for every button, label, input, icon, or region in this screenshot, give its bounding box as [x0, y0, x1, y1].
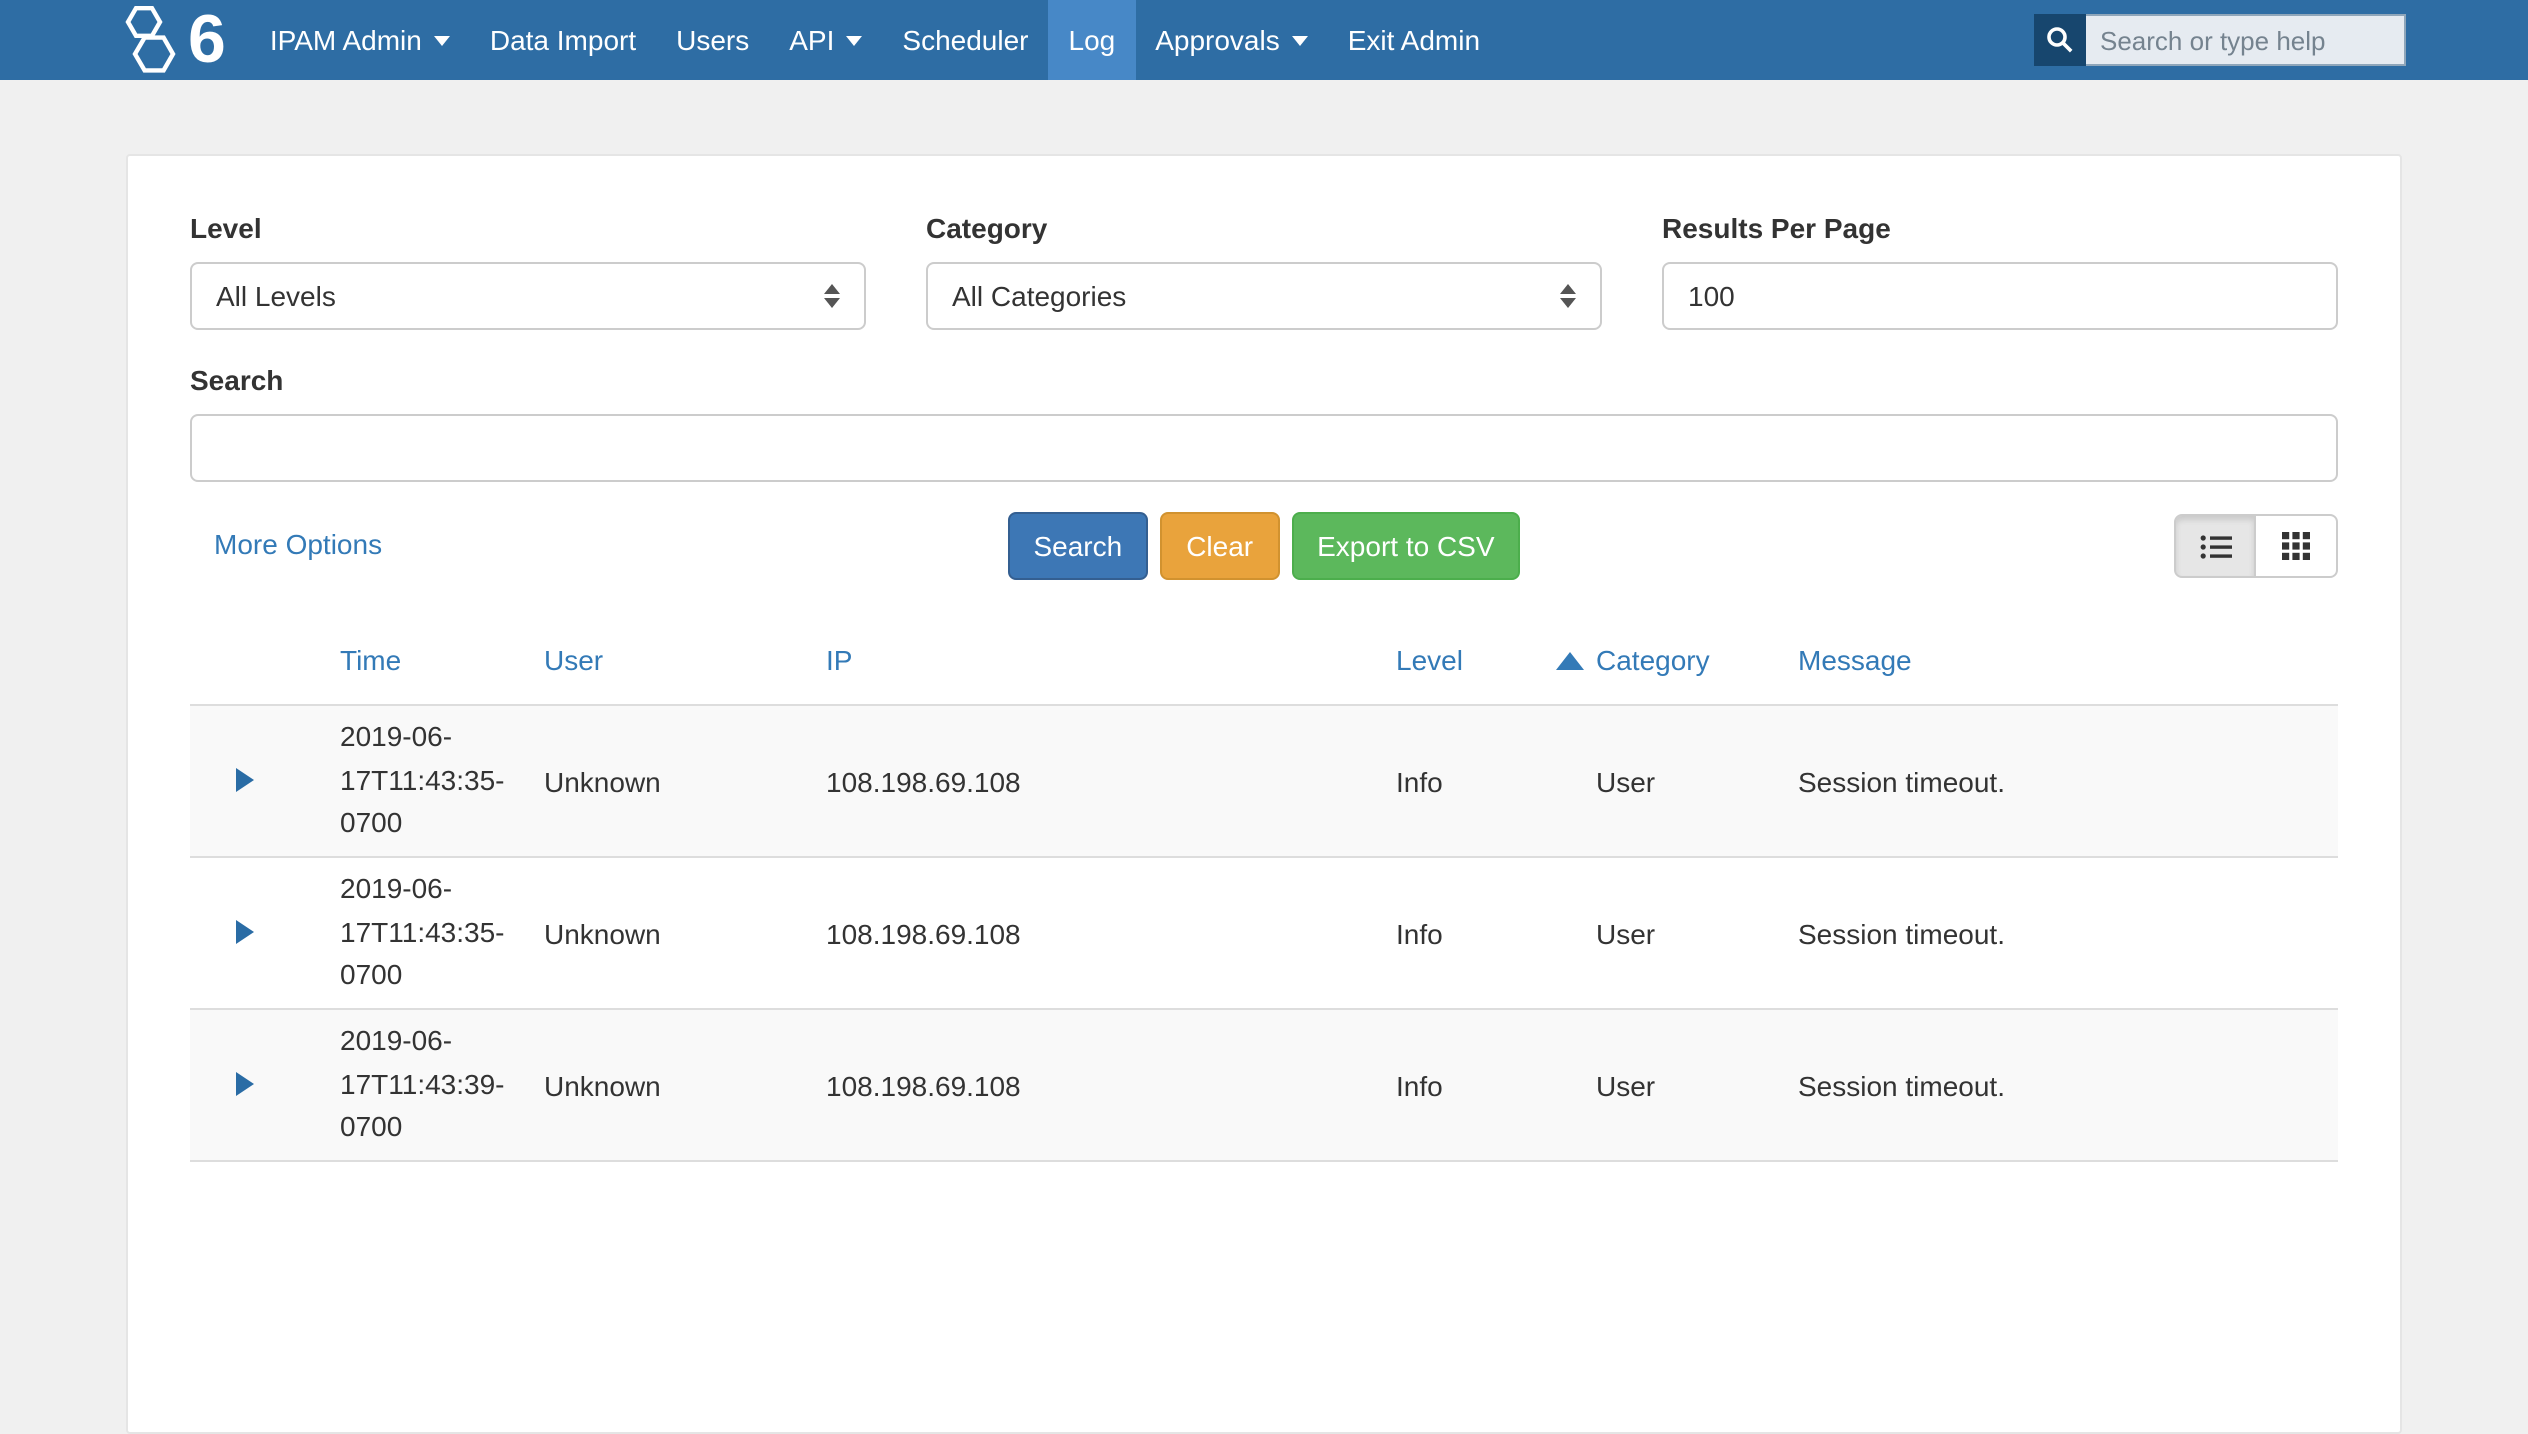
cell-time: 2019-06-17T11:43:39-0700 [340, 1020, 544, 1150]
cell-user: Unknown [544, 1069, 826, 1101]
search-label: Search [190, 364, 2338, 396]
log-panel: Level All Levels Category All Categories… [126, 154, 2402, 1434]
brand-numeral: 6 [188, 0, 226, 80]
column-header-time[interactable]: Time [340, 644, 401, 676]
nav-item-users[interactable]: Users [656, 0, 769, 80]
search-section: Search [190, 364, 2338, 482]
main-nav: IPAM Admin Data Import Users API Scheduler Lo… [250, 0, 1500, 80]
column-header-category[interactable]: Category [1596, 644, 1710, 676]
column-header-user[interactable]: User [544, 644, 603, 676]
clear-button[interactable]: Clear [1160, 512, 1279, 580]
list-view-button[interactable] [2174, 514, 2256, 578]
cell-ip: 108.198.69.108 [826, 765, 1396, 797]
nav-item-label: API [789, 0, 834, 80]
nav-item-ipam-admin[interactable]: IPAM Admin [250, 0, 470, 80]
select-arrows-icon [824, 284, 840, 308]
expand-row-icon[interactable] [236, 1071, 254, 1095]
cell-time: 2019-06-17T11:43:35-0700 [340, 716, 544, 846]
log-row: 2019-06-17T11:43:35-0700Unknown108.198.6… [190, 858, 2338, 1010]
nav-item-api[interactable]: API [769, 0, 882, 80]
cell-ip: 108.198.69.108 [826, 1069, 1396, 1101]
cell-user: Unknown [544, 765, 826, 797]
cell-user: Unknown [544, 917, 826, 949]
cell-ip: 108.198.69.108 [826, 917, 1396, 949]
column-header-message[interactable]: Message [1798, 644, 1912, 676]
grid-view-icon [2282, 532, 2310, 560]
nav-item-label: IPAM Admin [270, 0, 422, 80]
nav-item-label: Data Import [490, 0, 636, 80]
results-per-page-input[interactable] [1662, 262, 2338, 330]
expander-column-header [190, 644, 340, 676]
results-per-page-label: Results Per Page [1662, 212, 2338, 244]
list-view-icon [2199, 533, 2231, 559]
log-table: Time User IP Level Category Message 2019… [190, 644, 2338, 1162]
category-select-value: All Categories [952, 280, 1126, 312]
log-row: 2019-06-17T11:43:39-0700Unknown108.198.6… [190, 1010, 2338, 1162]
nav-item-log[interactable]: Log [1049, 0, 1136, 80]
filters-row: Level All Levels Category All Categories… [190, 212, 2338, 330]
cell-category: User [1596, 1069, 1798, 1101]
grid-view-button[interactable] [2256, 514, 2338, 578]
nav-item-label: Exit Admin [1348, 0, 1480, 80]
search-icon[interactable] [2034, 14, 2086, 66]
more-options-link[interactable]: More Options [214, 528, 382, 560]
nav-item-label: Log [1069, 0, 1116, 80]
nav-item-label: Approvals [1155, 0, 1280, 80]
cell-level: Info [1396, 1069, 1596, 1101]
expand-row-icon[interactable] [236, 919, 254, 943]
select-arrows-icon [1560, 284, 1576, 308]
category-label: Category [926, 212, 1602, 244]
sort-ascending-icon[interactable] [1556, 651, 1584, 669]
caret-down-icon [434, 35, 450, 45]
app-logo[interactable]: 6 [116, 0, 226, 80]
level-select[interactable]: All Levels [190, 262, 866, 330]
expand-row-icon[interactable] [236, 767, 254, 791]
page-root: 6 IPAM Admin Data Import Users API Scheduler… [0, 0, 2528, 1176]
nav-item-scheduler[interactable]: Scheduler [882, 0, 1048, 80]
search-button[interactable]: Search [1007, 512, 1148, 580]
cell-level: Info [1396, 765, 1596, 797]
cell-time: 2019-06-17T11:43:35-0700 [340, 868, 544, 998]
nav-item-approvals[interactable]: Approvals [1135, 0, 1328, 80]
level-filter: Level All Levels [190, 212, 866, 330]
nav-item-label: Scheduler [902, 0, 1028, 80]
category-filter: Category All Categories [926, 212, 1602, 330]
log-row: 2019-06-17T11:43:35-0700Unknown108.198.6… [190, 706, 2338, 858]
cell-message: Session timeout. [1798, 765, 2338, 797]
column-header-level[interactable]: Level [1396, 644, 1463, 676]
top-navbar: 6 IPAM Admin Data Import Users API Scheduler… [0, 0, 2528, 80]
nav-item-exit-admin[interactable]: Exit Admin [1328, 0, 1500, 80]
column-header-ip[interactable]: IP [826, 644, 852, 676]
table-header: Time User IP Level Category Message [190, 644, 2338, 706]
level-label: Level [190, 212, 866, 244]
cell-category: User [1596, 765, 1798, 797]
caret-down-icon [1292, 35, 1308, 45]
category-select[interactable]: All Categories [926, 262, 1602, 330]
cell-message: Session timeout. [1798, 1069, 2338, 1101]
caret-down-icon [846, 35, 862, 45]
actions-row: More Options Search Clear Export to CSV [190, 512, 2338, 580]
navbar-search [2034, 14, 2406, 66]
view-toggle-group [2174, 514, 2338, 578]
level-select-value: All Levels [216, 280, 336, 312]
hexagon-logo-icon [116, 0, 184, 80]
cell-category: User [1596, 917, 1798, 949]
results-per-page-filter: Results Per Page [1662, 212, 2338, 330]
nav-item-data-import[interactable]: Data Import [470, 0, 656, 80]
export-csv-button[interactable]: Export to CSV [1291, 512, 1520, 580]
log-search-input[interactable] [190, 414, 2338, 482]
cell-message: Session timeout. [1798, 917, 2338, 949]
table-body: 2019-06-17T11:43:35-0700Unknown108.198.6… [190, 706, 2338, 1162]
cell-level: Info [1396, 917, 1596, 949]
nav-item-label: Users [676, 0, 749, 80]
navbar-search-input[interactable] [2086, 14, 2406, 66]
